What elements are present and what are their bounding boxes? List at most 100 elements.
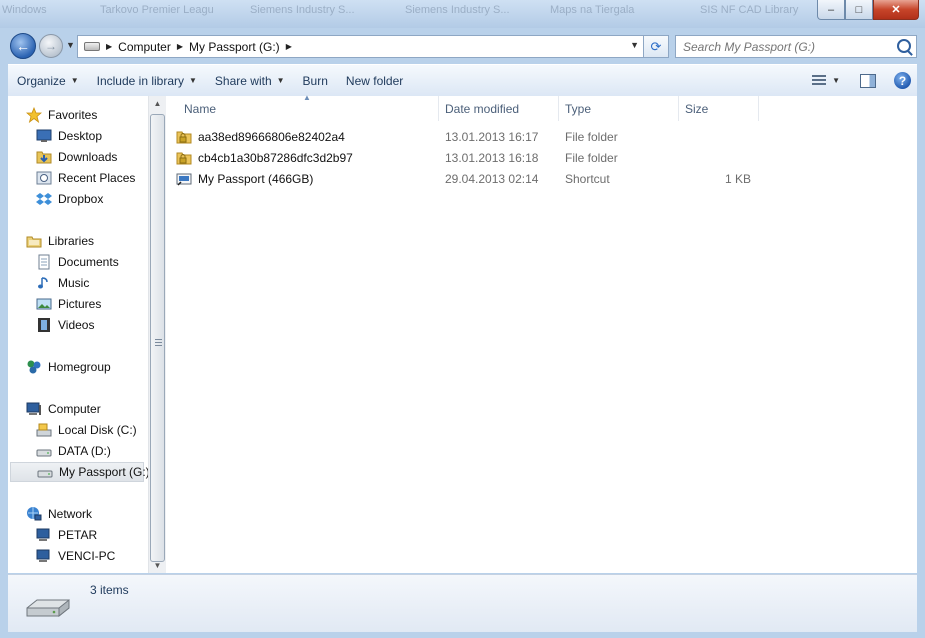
- scroll-down-icon[interactable]: ▼: [149, 561, 166, 570]
- breadcrumb-my-passport[interactable]: My Passport (G:): [189, 40, 280, 54]
- nav-music[interactable]: Music: [36, 273, 89, 293]
- nav-label: DATA (D:): [58, 444, 111, 458]
- nav-label: Favorites: [48, 108, 98, 122]
- refresh-button[interactable]: ⟳: [643, 35, 669, 58]
- nav-label: Dropbox: [58, 192, 104, 206]
- nav-homegroup[interactable]: Homegroup: [26, 357, 111, 377]
- nav-computer[interactable]: Computer: [26, 399, 101, 419]
- homegroup-icon: [26, 359, 42, 375]
- local-disk-icon: [36, 422, 52, 438]
- burn-button[interactable]: Burn: [294, 65, 337, 96]
- breadcrumb-arrow-icon[interactable]: ▶: [286, 42, 292, 51]
- nav-pictures[interactable]: Pictures: [36, 294, 101, 314]
- address-history-dropdown[interactable]: ▼: [630, 40, 639, 50]
- file-size: 1 KB: [724, 172, 751, 186]
- computer-icon: [36, 527, 52, 543]
- nav-label: Documents: [58, 255, 119, 269]
- grip-icon: [155, 339, 162, 346]
- downloads-icon: [36, 149, 52, 165]
- file-row[interactable]: My Passport (466GB) 29.04.2013 02:14 Sho…: [176, 169, 756, 189]
- ghost-tab: SIS NF CAD Library: [700, 4, 799, 16]
- nav-label: PETAR: [58, 528, 98, 542]
- libraries-icon: [26, 233, 42, 249]
- nav-label: Music: [58, 276, 90, 290]
- title-bar[interactable]: Windows Tarkovo Premier Leagu Siemens In…: [0, 0, 925, 28]
- nav-network[interactable]: Network: [26, 504, 92, 524]
- column-type[interactable]: Type: [559, 96, 679, 121]
- nav-label: Pictures: [58, 297, 102, 311]
- nav-recent-places[interactable]: Recent Places: [36, 168, 135, 188]
- network-icon: [26, 506, 42, 522]
- nav-label: Downloads: [58, 150, 118, 164]
- column-size[interactable]: Size: [679, 96, 759, 121]
- nav-label: Computer: [48, 402, 101, 416]
- nav-my-passport[interactable]: My Passport (G:): [10, 462, 148, 482]
- nav-desktop[interactable]: Desktop: [36, 126, 102, 146]
- scroll-thumb[interactable]: [150, 114, 165, 562]
- nav-label: Desktop: [58, 129, 103, 143]
- breadcrumb-arrow-icon[interactable]: ▶: [177, 42, 183, 51]
- nav-label: Network: [48, 507, 93, 521]
- ghost-tab: Windows: [2, 4, 47, 16]
- dropbox-icon: [36, 191, 52, 207]
- back-button[interactable]: ←: [10, 33, 36, 59]
- nav-venci-pc[interactable]: VENCI-PC: [36, 546, 115, 566]
- nav-downloads[interactable]: Downloads: [36, 147, 117, 167]
- share-with-button[interactable]: Share with ▼: [206, 65, 294, 96]
- star-icon: [26, 107, 42, 123]
- chevron-down-icon: ▼: [276, 76, 285, 85]
- nav-label: Recent Places: [58, 171, 136, 185]
- nav-petar[interactable]: PETAR: [36, 525, 97, 545]
- share-with-label: Share with: [214, 73, 272, 88]
- help-icon[interactable]: ?: [894, 72, 911, 89]
- file-date: 13.01.2013 16:17: [445, 130, 539, 144]
- command-bar: Organize ▼ Include in library ▼ Share with…: [8, 64, 917, 97]
- forward-button[interactable]: →: [39, 34, 63, 58]
- change-view-icon[interactable]: [812, 74, 827, 87]
- file-row[interactable]: aa38ed89666806e82402a4 13.01.2013 16:17 …: [176, 127, 756, 147]
- close-button[interactable]: ✕: [873, 0, 919, 20]
- include-in-library-button[interactable]: Include in library ▼: [88, 65, 206, 96]
- chevron-down-icon: ▼: [189, 76, 197, 85]
- file-type: Shortcut: [565, 172, 610, 186]
- nav-libraries[interactable]: Libraries: [26, 231, 94, 251]
- nav-dropbox[interactable]: Dropbox: [36, 189, 103, 209]
- nav-videos[interactable]: Videos: [36, 315, 94, 335]
- breadcrumb-computer[interactable]: Computer: [118, 40, 171, 54]
- navigation-pane: Favorites Desktop Downloads Recent Place…: [8, 96, 148, 573]
- documents-icon: [36, 254, 52, 270]
- navigation-scrollbar[interactable]: ▲ ▼: [148, 96, 166, 573]
- file-type: File folder: [565, 130, 618, 144]
- view-options-dropdown[interactable]: ▼: [832, 76, 840, 85]
- videos-icon: [36, 317, 52, 333]
- search-input[interactable]: [676, 38, 885, 55]
- new-folder-button[interactable]: New folder: [337, 65, 412, 96]
- minimize-button[interactable]: –: [817, 0, 845, 20]
- preview-pane-icon[interactable]: [860, 73, 876, 88]
- nav-local-disk[interactable]: Local Disk (C:): [36, 420, 137, 440]
- recent-pages-dropdown[interactable]: ▼: [66, 40, 75, 50]
- drive-icon: [84, 42, 100, 51]
- maximize-button[interactable]: □: [845, 0, 873, 20]
- address-bar[interactable]: ▶ Computer ▶ My Passport (G:) ▶ ▼: [77, 35, 644, 58]
- nav-documents[interactable]: Documents: [36, 252, 119, 272]
- ghost-tab: Siemens Industry S...: [405, 4, 510, 16]
- nav-data-drive[interactable]: DATA (D:): [36, 441, 111, 461]
- ghost-tab: Tarkovo Premier Leagu: [100, 4, 214, 16]
- nav-label: Videos: [58, 318, 95, 332]
- breadcrumb-arrow-icon[interactable]: ▶: [106, 42, 112, 51]
- organize-button[interactable]: Organize ▼: [8, 65, 88, 96]
- item-count: 3 items: [90, 583, 129, 597]
- refresh-icon: ⟳: [650, 38, 662, 54]
- include-in-library-label: Include in library: [96, 73, 184, 88]
- drive-icon: [25, 596, 71, 618]
- file-row[interactable]: cb4cb1a30b87286dfc3d2b97 13.01.2013 16:1…: [176, 148, 756, 168]
- file-list: ▲ Name Date modified Type Size aa38ed896…: [166, 93, 917, 573]
- scroll-up-icon[interactable]: ▲: [149, 99, 166, 108]
- window-controls: – □ ✕: [817, 0, 919, 20]
- search-icon[interactable]: [897, 39, 911, 53]
- nav-favorites[interactable]: Favorites: [26, 105, 97, 125]
- column-name[interactable]: Name: [178, 96, 439, 121]
- recent-places-icon: [36, 170, 52, 186]
- column-date-modified[interactable]: Date modified: [439, 96, 559, 121]
